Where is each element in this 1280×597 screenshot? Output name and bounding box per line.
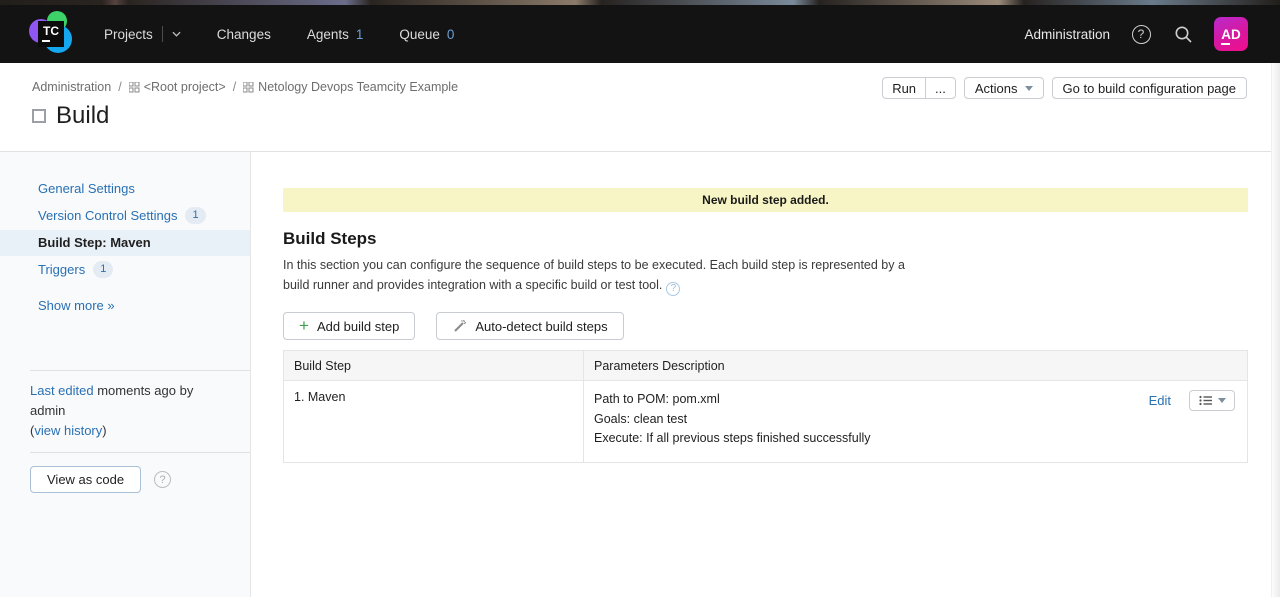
project-grid-icon xyxy=(129,82,140,93)
section-description-text: In this section you can configure the se… xyxy=(283,258,905,292)
sidebar-item-label: Version Control Settings xyxy=(38,208,177,223)
nav-item-queue[interactable]: Queue 0 xyxy=(399,27,454,42)
settings-sidebar: General Settings Version Control Setting… xyxy=(0,152,251,597)
nav-separator xyxy=(162,26,163,42)
step-menu-button[interactable] xyxy=(1189,390,1235,411)
view-as-code-button[interactable]: View as code xyxy=(30,466,141,493)
magic-wand-icon xyxy=(452,319,467,334)
help-icon[interactable]: ? xyxy=(666,282,680,296)
nav-item-agents[interactable]: Agents 1 xyxy=(307,27,364,42)
breadcrumb-root-project[interactable]: <Root project> xyxy=(129,80,226,94)
sidebar-item-label: Build Step: Maven xyxy=(38,235,151,250)
help-icon: ? xyxy=(1132,25,1151,44)
body: General Settings Version Control Setting… xyxy=(0,152,1280,597)
list-menu-icon xyxy=(1199,395,1213,406)
nav-item-changes[interactable]: Changes xyxy=(217,27,271,42)
sidebar-show-more-link[interactable]: Show more » xyxy=(0,293,250,319)
plus-icon: + xyxy=(299,317,309,334)
run-options-button[interactable]: ... xyxy=(925,78,955,98)
goto-build-config-button[interactable]: Go to build configuration page xyxy=(1052,77,1247,99)
count-badge: 1 xyxy=(93,261,113,278)
sidebar-item-label: Triggers xyxy=(38,262,85,277)
agents-count: 1 xyxy=(356,27,364,42)
auto-detect-label: Auto-detect build steps xyxy=(475,319,607,334)
auto-detect-build-steps-button[interactable]: Auto-detect build steps xyxy=(436,312,623,340)
nav-agents-label: Agents xyxy=(307,27,349,42)
main-content: New build step added. Build Steps In thi… xyxy=(251,152,1280,597)
breadcrumb-root-project-label: <Root project> xyxy=(144,80,226,94)
breadcrumb-project[interactable]: Netology Devops Teamcity Example xyxy=(243,80,458,94)
user-avatar[interactable]: AD xyxy=(1214,17,1248,51)
edit-link[interactable]: Edit xyxy=(1149,393,1171,408)
last-edited-link[interactable]: Last edited xyxy=(30,383,94,398)
column-parameters-description: Parameters Description xyxy=(584,351,1248,381)
section-description: In this section you can configure the se… xyxy=(283,255,913,296)
nav-queue-label: Queue xyxy=(399,27,440,42)
table-header-row: Build Step Parameters Description xyxy=(284,351,1248,381)
project-grid-icon xyxy=(243,82,254,93)
table-row: 1. Maven Path to POM: pom.xml Goals: cle… xyxy=(284,381,1248,463)
page-title-text: Build xyxy=(56,102,109,130)
last-edited-block: Last edited moments ago by admin (view h… xyxy=(0,371,250,452)
page-header: Administration / <Root project> / Netolo… xyxy=(0,63,1280,152)
param-goals: Goals: clean test xyxy=(594,410,871,430)
queue-count: 0 xyxy=(447,27,455,42)
show-more-label: Show more » xyxy=(38,298,115,313)
sidebar-item-version-control-settings[interactable]: Version Control Settings 1 xyxy=(0,202,250,230)
build-steps-table: Build Step Parameters Description 1. Mav… xyxy=(283,350,1248,463)
chevron-down-icon xyxy=(1025,86,1033,91)
parameters-cell: Path to POM: pom.xml Goals: clean test E… xyxy=(594,390,1237,449)
teamcity-logo-icon: TC xyxy=(28,10,76,58)
breadcrumb-project-label: Netology Devops Teamcity Example xyxy=(258,80,458,94)
count-badge: 1 xyxy=(185,207,205,224)
build-step-cell: 1. Maven xyxy=(284,381,584,463)
param-execute: Execute: If all previous steps finished … xyxy=(594,429,871,449)
view-history-link[interactable]: view history xyxy=(34,423,102,438)
teamcity-logo[interactable]: TC xyxy=(28,10,76,58)
nav-right: Administration ? AD xyxy=(1024,17,1248,51)
sidebar-item-build-step-maven[interactable]: Build Step: Maven xyxy=(0,230,250,256)
nav-item-administration[interactable]: Administration xyxy=(1024,27,1110,42)
add-build-step-label: Add build step xyxy=(317,319,399,334)
add-build-step-button[interactable]: + Add build step xyxy=(283,312,415,340)
actions-button-label: Actions xyxy=(975,81,1018,96)
search-icon xyxy=(1174,25,1193,44)
build-config-icon xyxy=(32,109,46,123)
nav-items: Projects Changes Agents 1 Queue 0 xyxy=(104,26,490,42)
breadcrumb-administration-label: Administration xyxy=(32,80,111,94)
run-button-group: Run ... xyxy=(882,77,956,99)
breadcrumb-separator: / xyxy=(118,80,121,94)
search-button[interactable] xyxy=(1172,23,1194,45)
success-banner: New build step added. xyxy=(283,188,1248,212)
help-icon[interactable]: ? xyxy=(154,471,171,488)
breadcrumb-separator: / xyxy=(233,80,236,94)
actions-button[interactable]: Actions xyxy=(964,77,1044,99)
run-button[interactable]: Run xyxy=(883,78,925,98)
row-actions: Edit xyxy=(1149,390,1237,411)
view-as-code-row: View as code ? xyxy=(0,453,250,493)
breadcrumb-administration[interactable]: Administration xyxy=(32,80,111,94)
svg-text:TC: TC xyxy=(43,24,59,38)
nav-changes-label: Changes xyxy=(217,27,271,42)
top-navbar: TC Projects Changes Agents 1 Queue 0 Adm… xyxy=(0,5,1280,63)
page-title: Build xyxy=(32,102,1248,130)
nav-item-projects[interactable]: Projects xyxy=(104,26,181,42)
paren: ) xyxy=(102,423,106,438)
sidebar-item-label: General Settings xyxy=(38,181,135,196)
section-title: Build Steps xyxy=(283,229,1248,249)
help-button[interactable]: ? xyxy=(1130,23,1152,45)
build-step-actions: + Add build step Auto-detect build steps xyxy=(283,312,1248,340)
sidebar-item-triggers[interactable]: Triggers 1 xyxy=(0,256,250,284)
chevron-down-icon xyxy=(1218,398,1226,403)
chevron-down-icon xyxy=(172,31,181,37)
header-buttons: Run ... Actions Go to build configuratio… xyxy=(882,77,1247,99)
column-build-step: Build Step xyxy=(284,351,584,381)
nav-projects-label: Projects xyxy=(104,27,153,42)
goto-build-config-label: Go to build configuration page xyxy=(1063,81,1236,96)
sidebar-item-general-settings[interactable]: General Settings xyxy=(0,176,250,202)
scrollbar-track[interactable] xyxy=(1271,63,1280,597)
param-path-to-pom: Path to POM: pom.xml xyxy=(594,390,871,410)
parameters-list: Path to POM: pom.xml Goals: clean test E… xyxy=(594,390,871,449)
